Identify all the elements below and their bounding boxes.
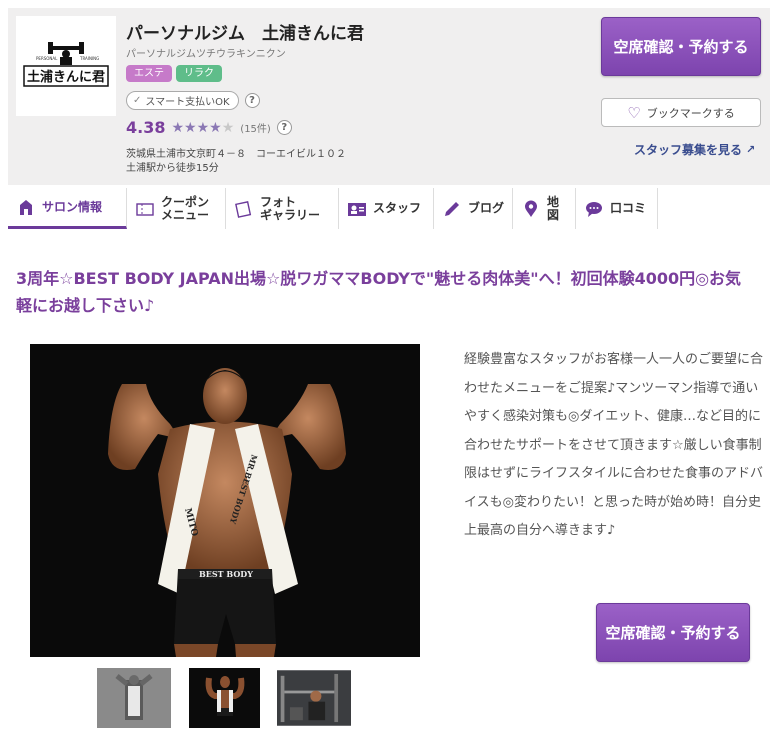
reserve-button[interactable]: 空席確認・予約する	[601, 17, 761, 76]
svg-text:TRAINING: TRAINING	[79, 56, 99, 61]
photo-thumbnail[interactable]	[188, 668, 260, 728]
svg-text:BEST BODY: BEST BODY	[199, 569, 253, 579]
salon-kana: パーソナルジムツチウラキンニクン	[126, 49, 286, 60]
home-icon	[16, 197, 36, 217]
smart-pay-badge: ✓ スマート支払いOK	[126, 91, 239, 110]
rating-row: 4.38 ★★★★★ (15件) ?	[126, 118, 292, 137]
staff-recruit-label: スタッフ募集を見る	[634, 143, 743, 157]
photo-icon	[234, 199, 254, 219]
heart-icon: ♡	[627, 103, 641, 122]
bookmark-button[interactable]: ♡ ブックマークする	[601, 98, 761, 127]
tab-label: スタッフ	[373, 201, 422, 215]
staff-recruit-link[interactable]: スタッフ募集を見る ↗	[634, 141, 755, 158]
main-photo[interactable]: MITO MR.BEST BODY BEST BODY	[30, 344, 420, 657]
tab-label: サロン情報	[42, 199, 103, 214]
salon-header: PERSONAL TRAINING 土浦きんに君 パーソナルジム 土浦きんに君 …	[8, 8, 770, 185]
salon-nav-tabs: サロン情報 クーポン メニュー フォト ギャラリー スタッフ ブログ 地図 口コ…	[8, 188, 658, 229]
bookmark-label: ブックマークする	[646, 106, 735, 120]
tag-relax: リラク	[176, 65, 222, 82]
svg-text:土浦きんに君: 土浦きんに君	[27, 69, 105, 85]
address: 茨城県土浦市文京町４－８ コーエイビル１０２ 土浦駅から徒歩15分	[126, 148, 346, 176]
review-count[interactable]: (15件)	[240, 120, 271, 135]
salon-name: パーソナルジム 土浦きんに君	[126, 24, 364, 44]
tab-salon-info[interactable]: サロン情報	[8, 188, 127, 229]
chat-icon	[584, 199, 604, 219]
coupon-icon	[135, 199, 155, 219]
svg-text:PERSONAL: PERSONAL	[36, 56, 58, 61]
star-icon: ★	[171, 119, 185, 136]
map-pin-icon	[521, 199, 541, 219]
star-empty-icon: ★	[221, 119, 235, 136]
photo-thumbnails	[97, 668, 357, 728]
tab-blog[interactable]: ブログ	[434, 188, 513, 229]
photo-thumbnail[interactable]	[97, 668, 171, 728]
salon-description: 経験豊富なスタッフがお客様一人一人のご要望に合わせたメニューをご提案♪マンツーマ…	[464, 352, 764, 538]
star-icon: ★	[209, 119, 222, 136]
tab-photo-gallery[interactable]: フォト ギャラリー	[226, 188, 339, 229]
tab-label: フォト ギャラリー	[260, 194, 321, 222]
tab-staff[interactable]: スタッフ	[339, 188, 434, 229]
smart-pay-label: スマート支払いOK	[145, 97, 230, 108]
access-line: 土浦駅から徒歩15分	[126, 163, 219, 174]
tab-map[interactable]: 地図	[513, 188, 576, 229]
tab-label: ブログ	[468, 201, 505, 215]
smart-pay-row: ✓ スマート支払いOK ?	[126, 91, 260, 110]
tab-reviews[interactable]: 口コミ	[576, 188, 658, 229]
address-line: 茨城県土浦市文京町４－８ コーエイビル１０２	[126, 149, 346, 160]
help-icon[interactable]: ?	[276, 120, 292, 135]
tag-esthe: エステ	[126, 65, 172, 82]
rating-value: 4.38	[126, 118, 166, 137]
external-link-icon: ↗	[746, 143, 756, 156]
check-icon: ✓	[133, 95, 142, 106]
genre-tags: エステ リラク	[126, 65, 222, 82]
rating-stars: ★★★★★	[171, 120, 234, 136]
pencil-icon	[442, 199, 462, 219]
staff-icon	[347, 199, 367, 219]
salon-logo: PERSONAL TRAINING 土浦きんに君	[16, 16, 116, 116]
tab-label: 地図	[547, 194, 560, 222]
star-icon: ★	[184, 119, 197, 136]
help-icon[interactable]: ?	[244, 93, 260, 108]
photo-thumbnail[interactable]	[277, 668, 357, 728]
catch-copy: 3周年☆BEST BODY JAPAN出場☆脱ワガママBODYで"魅せる肉体美"…	[16, 269, 742, 315]
star-icon: ★	[196, 119, 210, 136]
reserve-button-bottom[interactable]: 空席確認・予約する	[596, 603, 750, 662]
tab-label: 口コミ	[610, 201, 647, 215]
tab-label: クーポン メニュー	[161, 194, 210, 222]
tab-coupon-menu[interactable]: クーポン メニュー	[127, 188, 226, 229]
